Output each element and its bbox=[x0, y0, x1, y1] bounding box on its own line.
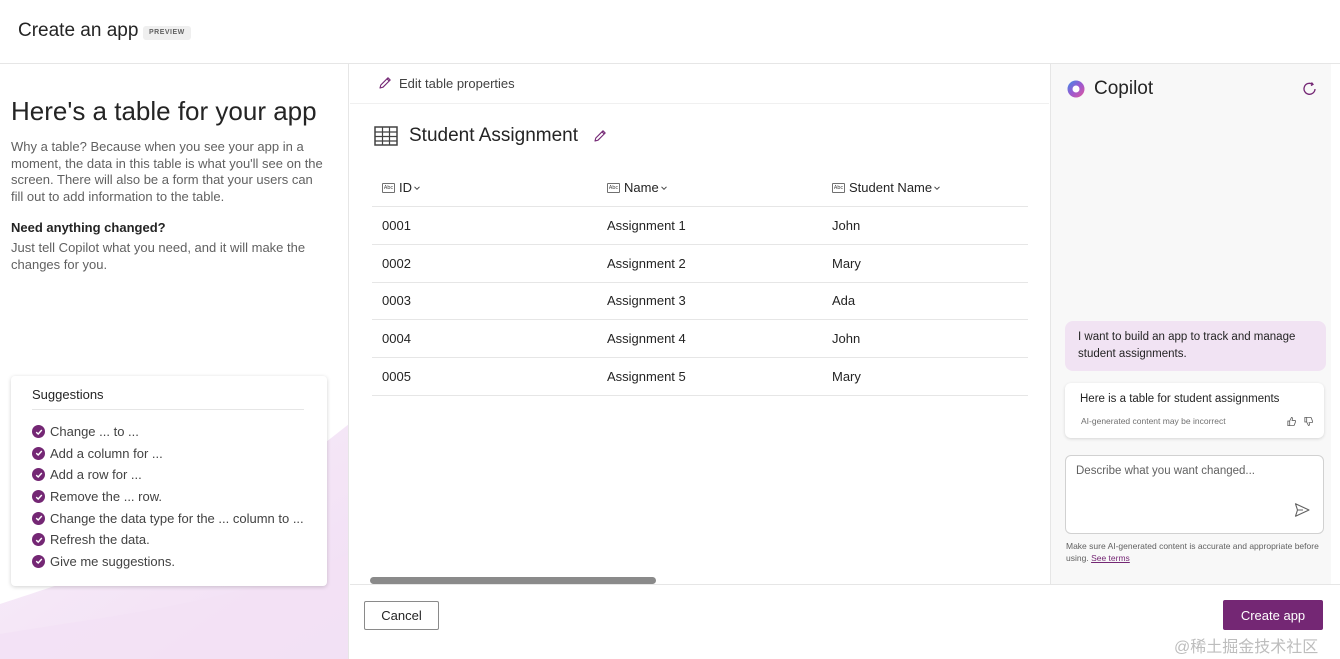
table-header-row: Abc ID Abc Name Abc Student Name bbox=[372, 169, 1028, 207]
see-terms-link[interactable]: See terms bbox=[1091, 553, 1130, 563]
suggestion-item[interactable]: Refresh the data. bbox=[32, 529, 304, 551]
table-cell[interactable]: 0003 bbox=[372, 293, 597, 308]
table-cell[interactable]: John bbox=[822, 218, 1028, 233]
suggestion-item[interactable]: Add a column for ... bbox=[32, 443, 304, 465]
table-name: Student Assignment bbox=[409, 125, 578, 146]
checkmark-icon bbox=[32, 490, 45, 504]
table-cell[interactable]: 0004 bbox=[372, 331, 597, 346]
suggestion-text: Remove the ... row. bbox=[50, 489, 162, 505]
table-cell[interactable]: 0002 bbox=[372, 256, 597, 271]
checkmark-icon bbox=[32, 468, 45, 482]
copilot-header: Copilot bbox=[1066, 78, 1153, 100]
chevron-down-icon bbox=[660, 185, 667, 190]
checkmark-icon bbox=[32, 511, 45, 525]
app-header: Create an app PREVIEW bbox=[0, 0, 1340, 64]
chevron-down-icon bbox=[934, 185, 940, 190]
thumbs-up-icon[interactable] bbox=[1286, 416, 1297, 427]
checkmark-icon bbox=[32, 554, 45, 568]
table-title-bar: Student Assignment bbox=[374, 125, 608, 147]
column-header-student-name[interactable]: Abc Student Name bbox=[822, 180, 1028, 195]
info-panel: Here's a table for your app Why a table?… bbox=[0, 64, 349, 659]
text-type-icon: Abc bbox=[607, 182, 620, 193]
table-row[interactable]: 0003 Assignment 3 Ada bbox=[372, 283, 1028, 321]
divider bbox=[32, 409, 304, 410]
horizontal-scrollbar[interactable] bbox=[370, 577, 656, 584]
edit-table-properties-button[interactable]: Edit table properties bbox=[377, 75, 515, 91]
table-row[interactable]: 0002 Assignment 2 Mary bbox=[372, 245, 1028, 283]
pencil-icon bbox=[379, 77, 391, 89]
copilot-response-card: Here is a table for student assignments … bbox=[1065, 383, 1324, 438]
table-row[interactable]: 0001 Assignment 1 John bbox=[372, 207, 1028, 245]
column-header-name[interactable]: Abc Name bbox=[597, 180, 822, 195]
table-cell[interactable]: Mary bbox=[822, 369, 1028, 384]
suggestion-item[interactable]: Remove the ... row. bbox=[32, 486, 304, 508]
copilot-prompt-input[interactable] bbox=[1076, 465, 1286, 520]
data-grid: Abc ID Abc Name Abc Student Name 0001 Assig… bbox=[372, 169, 1028, 396]
panel-heading: Here's a table for your app bbox=[11, 96, 317, 126]
copilot-response-text: Here is a table for student assignments bbox=[1080, 393, 1280, 405]
table-cell[interactable]: 0001 bbox=[372, 218, 597, 233]
footer-bar: Cancel @稀土掘金技术社区 Create app bbox=[350, 584, 1340, 659]
column-header-id[interactable]: Abc ID bbox=[372, 180, 597, 195]
checkmark-icon bbox=[32, 425, 45, 439]
preview-badge: PREVIEW bbox=[143, 26, 191, 40]
send-icon[interactable] bbox=[1293, 501, 1311, 519]
suggestion-text: Add a row for ... bbox=[50, 467, 142, 483]
page-title: Create an app bbox=[18, 20, 139, 41]
need-changes-title: Need anything changed? bbox=[11, 220, 166, 235]
suggestion-item[interactable]: Add a row for ... bbox=[32, 464, 304, 486]
create-app-button[interactable]: Create app bbox=[1223, 600, 1323, 630]
table-editor: Edit table properties Student Assignment… bbox=[350, 64, 1049, 584]
column-header-label: Student Name bbox=[849, 180, 933, 195]
table-cell[interactable]: Assignment 1 bbox=[597, 218, 822, 233]
thumbs-down-icon[interactable] bbox=[1303, 416, 1314, 427]
text-type-icon: Abc bbox=[832, 182, 845, 193]
copilot-logo-icon bbox=[1067, 80, 1085, 98]
suggestions-title: Suggestions bbox=[32, 387, 104, 402]
copilot-input-box bbox=[1065, 455, 1324, 534]
table-cell[interactable]: Mary bbox=[822, 256, 1028, 271]
suggestion-text: Add a column for ... bbox=[50, 445, 163, 461]
suggestion-item[interactable]: Give me suggestions. bbox=[32, 551, 304, 573]
table-cell[interactable]: Ada bbox=[822, 293, 1028, 308]
suggestions-card: Suggestions Change ... to ... Add a colu… bbox=[11, 376, 327, 586]
table-icon bbox=[374, 126, 398, 146]
checkmark-icon bbox=[32, 446, 45, 460]
refresh-icon[interactable] bbox=[1301, 80, 1319, 98]
watermark-text: @稀土掘金技术社区 bbox=[1174, 639, 1319, 656]
copilot-panel: Copilot I want to build an app to track … bbox=[1050, 64, 1331, 584]
column-header-label: ID bbox=[399, 180, 412, 195]
suggestion-text: Give me suggestions. bbox=[50, 553, 176, 569]
feedback-buttons bbox=[1286, 416, 1314, 427]
table-toolbar: Edit table properties bbox=[350, 64, 1049, 104]
column-header-label: Name bbox=[624, 180, 659, 195]
table-cell[interactable]: John bbox=[822, 331, 1028, 346]
text-type-icon: Abc bbox=[382, 182, 395, 193]
panel-description: Why a table? Because when you see your a… bbox=[11, 139, 323, 204]
suggestion-item[interactable]: Change the data type for the ... column … bbox=[32, 507, 304, 529]
panel-edge bbox=[1331, 64, 1340, 584]
checkmark-icon bbox=[32, 533, 45, 547]
copilot-title: Copilot bbox=[1094, 78, 1154, 99]
table-row[interactable]: 0005 Assignment 5 Mary bbox=[372, 358, 1028, 396]
table-cell[interactable]: Assignment 5 bbox=[597, 369, 822, 384]
table-cell[interactable]: 0005 bbox=[372, 369, 597, 384]
suggestion-text: Change the data type for the ... column … bbox=[50, 510, 304, 526]
edit-table-name-icon[interactable] bbox=[592, 128, 608, 144]
user-message-bubble: I want to build an app to track and mana… bbox=[1065, 321, 1326, 371]
suggestions-list: Change ... to ... Add a column for ... A… bbox=[32, 421, 304, 572]
table-cell[interactable]: Assignment 3 bbox=[597, 293, 822, 308]
cancel-button[interactable]: Cancel bbox=[364, 601, 439, 630]
table-cell[interactable]: Assignment 4 bbox=[597, 331, 822, 346]
suggestion-text: Change ... to ... bbox=[50, 424, 139, 440]
edit-table-properties-label: Edit table properties bbox=[399, 75, 515, 91]
table-row[interactable]: 0004 Assignment 4 John bbox=[372, 320, 1028, 359]
need-changes-description: Just tell Copilot what you need, and it … bbox=[11, 240, 306, 272]
ai-disclaimer-note: AI-generated content may be incorrect bbox=[1081, 416, 1226, 426]
chevron-down-icon bbox=[414, 185, 420, 190]
suggestion-text: Refresh the data. bbox=[50, 532, 150, 548]
copilot-disclaimer: Make sure AI-generated content is accura… bbox=[1066, 541, 1326, 564]
table-cell[interactable]: Assignment 2 bbox=[597, 256, 822, 271]
suggestion-item[interactable]: Change ... to ... bbox=[32, 421, 304, 443]
